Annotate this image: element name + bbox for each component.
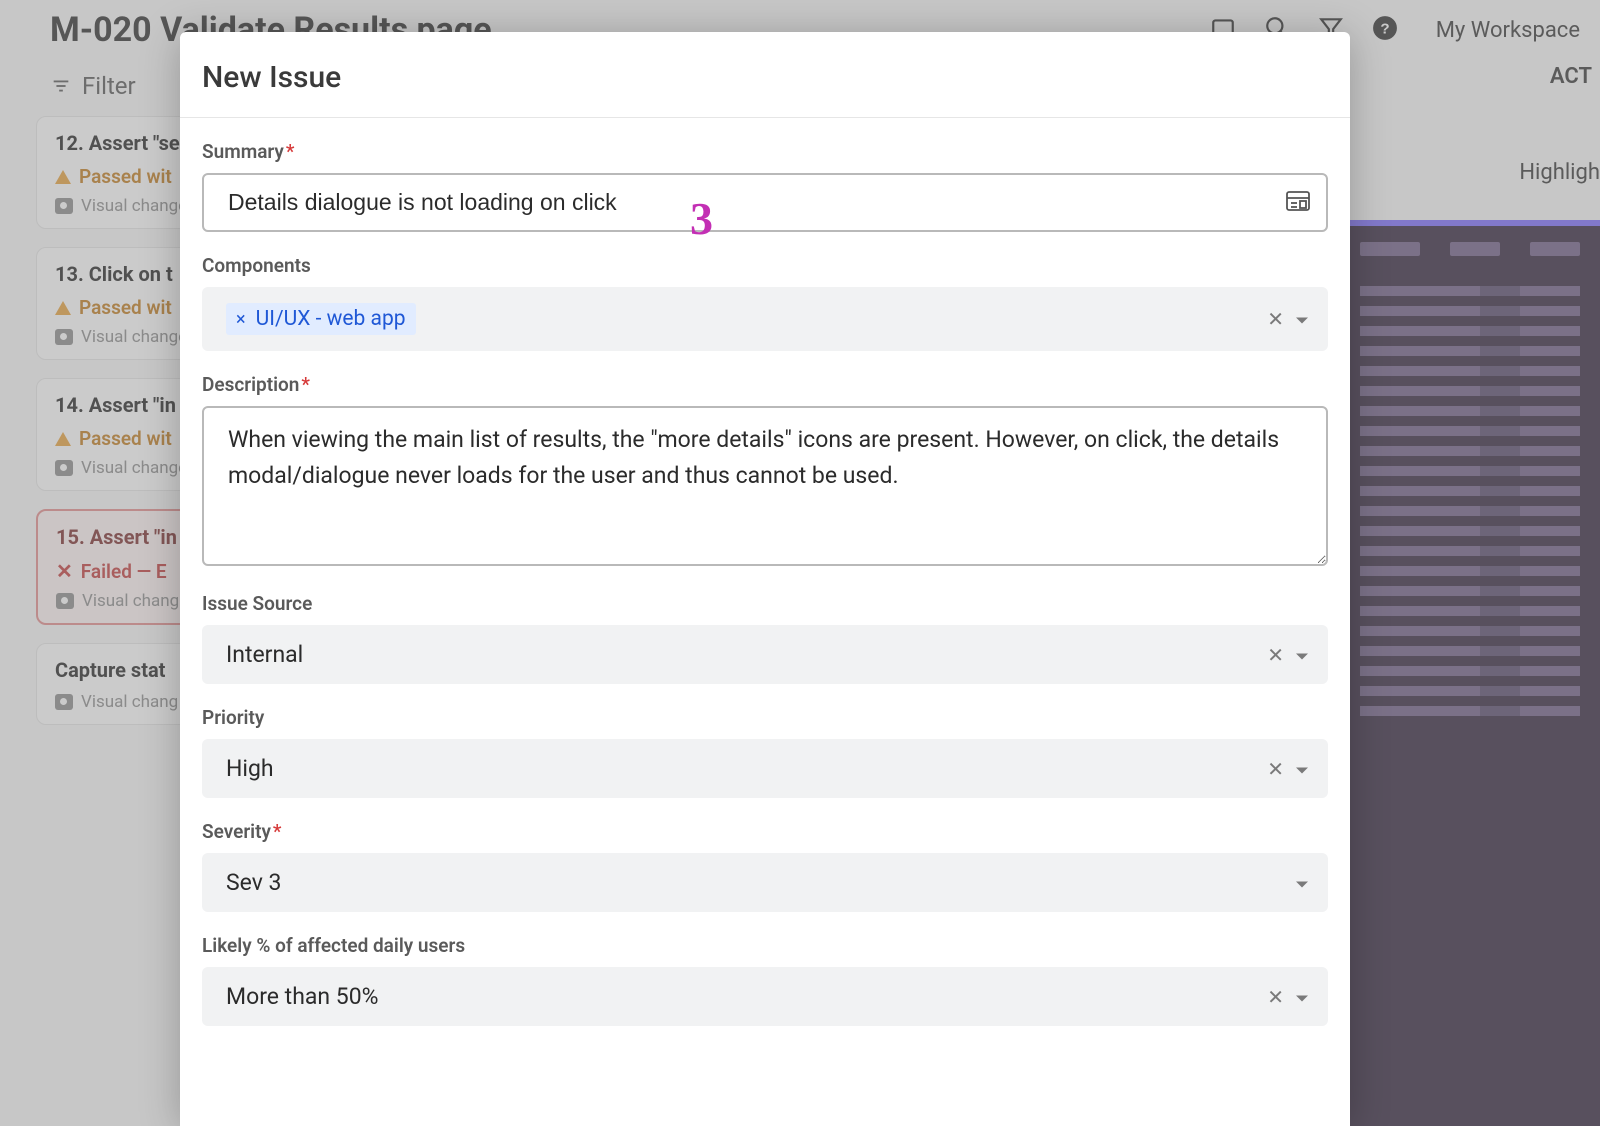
- components-label: Components: [202, 254, 1328, 277]
- summary-label: Summary*: [202, 140, 1328, 163]
- field-severity: Severity* Sev 3 ✕: [202, 820, 1328, 912]
- description-label: Description*: [202, 373, 1328, 396]
- issue-source-select[interactable]: Internal ✕: [202, 625, 1328, 684]
- modal-title: New Issue: [202, 60, 1328, 95]
- severity-value: Sev 3: [226, 869, 281, 896]
- new-issue-modal: New Issue Summary* Components × UI/UX - …: [180, 32, 1350, 1126]
- annotation-callout-3: 3: [690, 192, 713, 245]
- chip-label: UI/UX - web app: [256, 307, 406, 331]
- field-components: Components × UI/UX - web app ✕: [202, 254, 1328, 351]
- priority-label: Priority: [202, 706, 1328, 729]
- severity-select[interactable]: Sev 3 ✕: [202, 853, 1328, 912]
- field-issue-source: Issue Source Internal ✕: [202, 592, 1328, 684]
- clear-icon[interactable]: ✕: [1267, 307, 1284, 331]
- field-affected-users: Likely % of affected daily users More th…: [202, 934, 1328, 1026]
- chip-remove-icon[interactable]: ×: [236, 309, 246, 330]
- clear-icon[interactable]: ✕: [1267, 757, 1284, 781]
- chevron-down-icon[interactable]: [1294, 869, 1310, 896]
- chevron-down-icon[interactable]: [1294, 306, 1310, 333]
- affected-select[interactable]: More than 50% ✕: [202, 967, 1328, 1026]
- clear-icon[interactable]: ✕: [1267, 985, 1284, 1009]
- clear-icon[interactable]: ✕: [1267, 643, 1284, 667]
- issue-source-value: Internal: [226, 641, 303, 668]
- priority-select[interactable]: High ✕: [202, 739, 1328, 798]
- field-priority: Priority High ✕: [202, 706, 1328, 798]
- affected-value: More than 50%: [226, 983, 379, 1010]
- description-textarea[interactable]: [202, 406, 1328, 566]
- field-summary: Summary*: [202, 140, 1328, 232]
- form-icon[interactable]: [1286, 190, 1310, 216]
- chevron-down-icon[interactable]: [1294, 755, 1310, 782]
- components-select[interactable]: × UI/UX - web app ✕: [202, 287, 1328, 351]
- severity-label: Severity*: [202, 820, 1328, 843]
- field-description: Description*: [202, 373, 1328, 570]
- summary-input[interactable]: [202, 173, 1328, 232]
- component-chip[interactable]: × UI/UX - web app: [226, 303, 416, 335]
- affected-label: Likely % of affected daily users: [202, 934, 1328, 957]
- chevron-down-icon[interactable]: [1294, 983, 1310, 1010]
- chevron-down-icon[interactable]: [1294, 641, 1310, 668]
- divider: [180, 117, 1350, 118]
- issue-source-label: Issue Source: [202, 592, 1328, 615]
- priority-value: High: [226, 755, 274, 782]
